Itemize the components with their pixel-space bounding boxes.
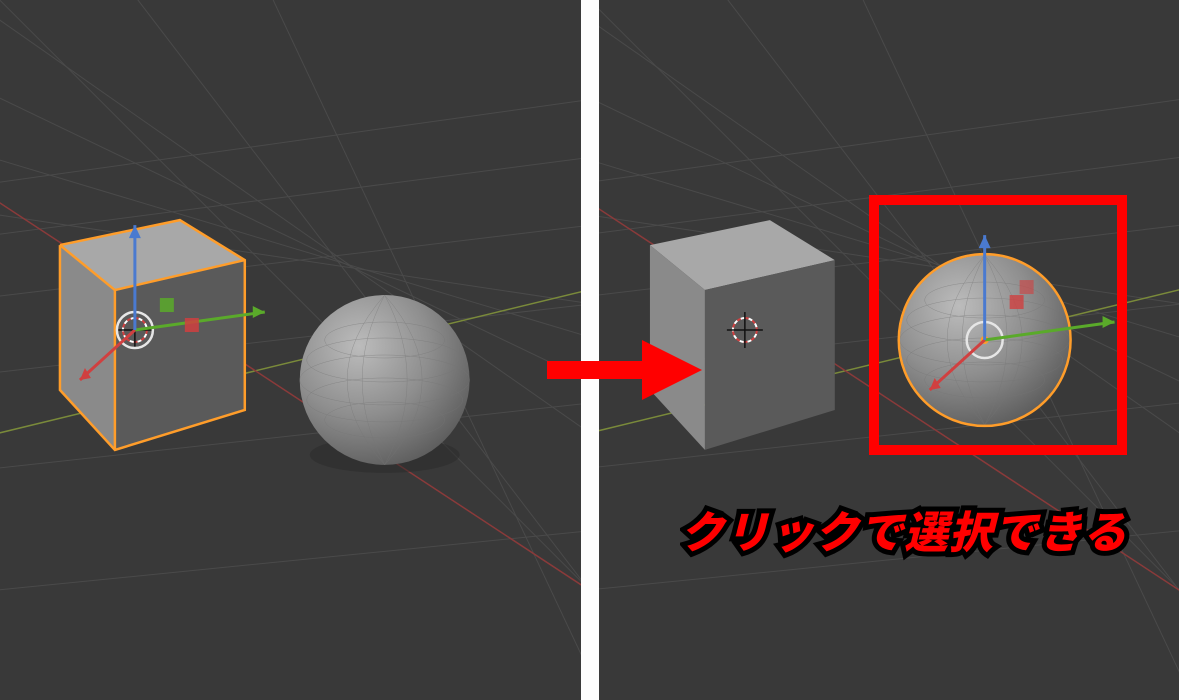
comparison-container: クリックで選択できる (0, 0, 1179, 700)
arrow-annotation-icon (542, 330, 702, 410)
svg-text:クリックで選択できる: クリックで選択できる (680, 500, 1127, 561)
object-sphere[interactable] (300, 295, 470, 473)
viewport-left[interactable] (0, 0, 590, 700)
viewport-left-svg (0, 0, 590, 700)
annotation-caption: クリックで選択できる (680, 500, 1179, 582)
